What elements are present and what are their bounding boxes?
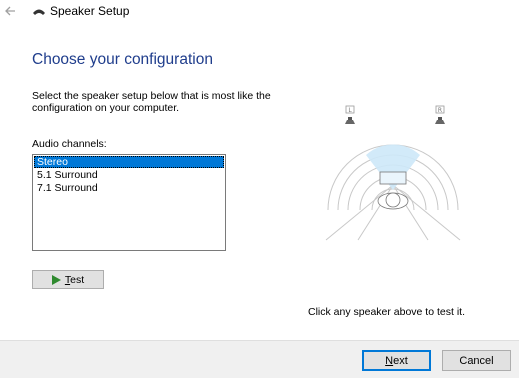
next-button-label: Next [385,354,408,367]
channel-option-5-1-surround[interactable]: 5.1 Surround [34,169,224,181]
audio-channels-label: Audio channels: [32,138,107,150]
speaker-diagram: L R [325,105,461,241]
speaker-icon [33,9,45,15]
right-speaker-label: R [438,107,442,114]
title-bar: Speaker Setup [0,0,519,24]
cancel-button-label: Cancel [459,354,494,367]
test-hint-text: Click any speaker above to test it. [308,306,465,318]
window-title: Speaker Setup [50,4,130,18]
page-title: Choose your configuration [32,51,213,68]
right-speaker-icon[interactable]: R [435,105,445,124]
test-button-label: Test [64,273,85,286]
listener-icon [377,171,409,210]
cancel-button[interactable]: Cancel [442,350,511,371]
next-button[interactable]: Next [362,350,431,371]
back-arrow-icon[interactable] [3,4,17,18]
channel-option-7-1-surround[interactable]: 7.1 Surround [34,182,224,194]
audio-channels-list[interactable]: Stereo 5.1 Surround 7.1 Surround [32,154,226,251]
play-icon [51,274,61,285]
instructions-text: Select the speaker setup below that is m… [32,90,271,114]
left-speaker-icon[interactable]: L [345,105,355,124]
test-button[interactable]: Test [32,270,104,289]
channel-option-stereo[interactable]: Stereo [34,156,224,168]
